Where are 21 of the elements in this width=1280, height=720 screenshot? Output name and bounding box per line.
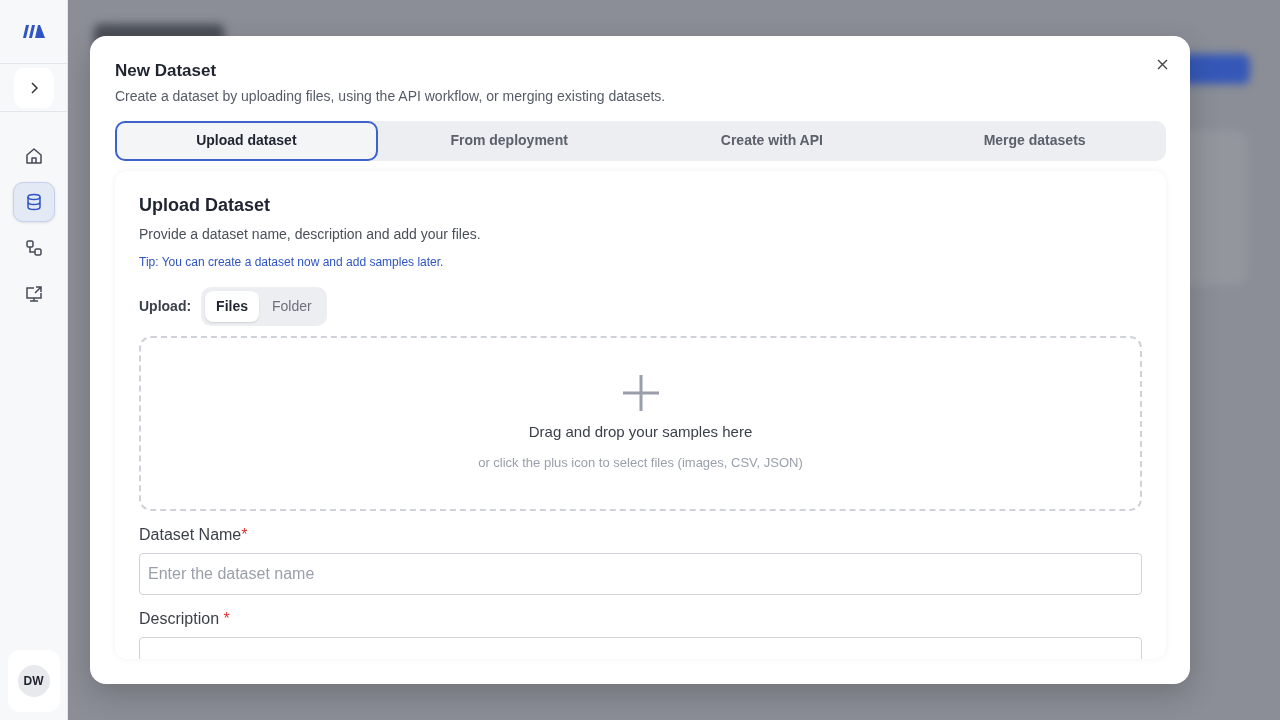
field-label: Dataset Name* — [139, 525, 249, 546]
tab[interactable]: Merge datasets — [903, 120, 1166, 161]
tab[interactable]: From deployment — [377, 120, 641, 161]
section-title: Upload Dataset — [139, 194, 272, 217]
drop-zone-hint: or click the plus icon to select files (images, CSV, JSON) — [478, 454, 803, 473]
upload-label: Upload: — [139, 297, 192, 317]
field-label: Description * — [139, 609, 231, 630]
user-avatar[interactable]: DW — [17, 665, 50, 697]
dialog-title: New Dataset — [115, 60, 217, 82]
tip-text: Tip: You can create a dataset now and add samples later. — [139, 254, 445, 272]
section-description: Provide a dataset name, description and add your files. — [139, 225, 482, 245]
upload-mode-option[interactable]: Folder — [261, 291, 323, 323]
tab[interactable]: Create with API — [640, 120, 904, 161]
tab[interactable]: Upload dataset — [115, 120, 378, 161]
required-mark: * — [223, 610, 230, 628]
dialog-subtitle: Create a dataset by uploading files, using the API workflow, or merging existing datasets. — [115, 86, 667, 106]
drop-zone[interactable]: Drag and drop your samples here or click the plus icon to select files (images, CSV, JSON) — [139, 336, 1142, 512]
drop-zone-title: Drag and drop your samples here — [528, 421, 753, 442]
upload-mode-option[interactable]: Files — [205, 291, 259, 323]
input-field[interactable]: Enter the dataset name — [139, 553, 1142, 596]
required-mark: * — [241, 526, 248, 544]
